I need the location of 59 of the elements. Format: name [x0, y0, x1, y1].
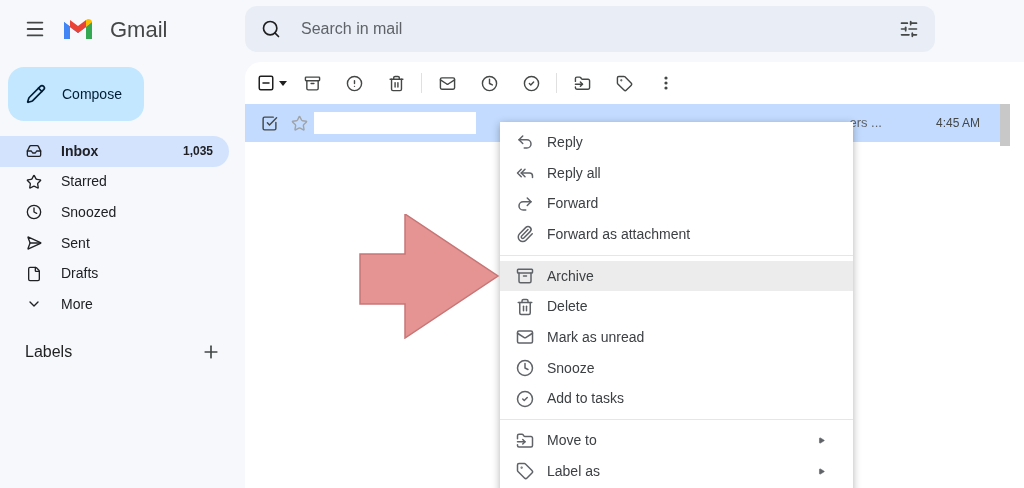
sidebar-item[interactable]: Inbox 1,035 [0, 136, 229, 167]
compose-button[interactable]: Compose [8, 67, 144, 121]
menu-item[interactable]: Reply all [500, 157, 853, 189]
menu-item[interactable]: Forward [500, 188, 853, 220]
logo-icon [62, 17, 94, 41]
menu-item[interactable]: Label as [500, 455, 853, 487]
inbox-icon [26, 143, 42, 160]
menu-item[interactable]: Archive [500, 260, 853, 292]
row-checkbox[interactable] [261, 114, 278, 132]
archive-icon [303, 74, 321, 92]
reply-icon [516, 133, 534, 152]
menu-item[interactable]: Forward as attachment [500, 219, 853, 250]
file-icon [26, 265, 42, 282]
sidebar-item[interactable]: Snoozed [0, 197, 229, 228]
labels-heading: Labels [25, 341, 73, 362]
send-icon [26, 235, 42, 252]
trash-icon [516, 297, 534, 316]
star-icon [26, 173, 42, 190]
submenu-arrow-icon [818, 437, 825, 445]
trash-icon [387, 74, 405, 92]
unread-count: 1,035 [182, 143, 213, 161]
search-input[interactable]: Search in mail [301, 17, 879, 41]
check-circle-icon [522, 74, 540, 92]
clock-icon [480, 74, 498, 92]
paperclip-icon [516, 225, 534, 244]
message-time: 4:45 AM [935, 115, 980, 132]
sidebar-item[interactable]: Sent [0, 227, 229, 259]
search-field[interactable]: Search in mail [245, 6, 935, 52]
archive-icon [516, 267, 534, 286]
submenu-arrow-icon [818, 467, 825, 475]
menu-item[interactable]: Add to tasks [500, 383, 853, 415]
menu-item[interactable]: Mark as unread [500, 322, 853, 353]
tag-icon [516, 462, 534, 481]
menu-item[interactable]: Snooze [500, 352, 853, 384]
menu-item[interactable]: Delete [500, 291, 853, 323]
app-name: Gmail [110, 15, 168, 44]
more-vertical-icon [664, 76, 668, 90]
folder-icon [516, 431, 534, 450]
tag-icon [615, 74, 633, 92]
filter-icon [899, 19, 919, 39]
clock-icon [516, 359, 534, 378]
menu-item[interactable]: Move to [500, 425, 853, 456]
envelope-icon [516, 328, 534, 347]
menu-item[interactable]: Reply [500, 127, 853, 158]
checked-box-icon [261, 114, 278, 132]
alert-icon [345, 74, 363, 92]
search-icon [261, 19, 281, 39]
forward-icon [516, 194, 534, 213]
scrollbar-thumb [1000, 104, 1010, 146]
pencil-icon [26, 84, 46, 104]
star-icon[interactable] [291, 114, 308, 132]
caret-icon [279, 80, 287, 86]
sidebar-item[interactable]: Drafts [0, 258, 229, 289]
check-circle-icon [516, 389, 534, 408]
envelope-icon [438, 74, 456, 92]
sidebar-item[interactable]: Starred [0, 166, 229, 198]
sidebar-item[interactable]: More [0, 288, 229, 320]
clock-icon [26, 204, 42, 221]
folder-icon [573, 74, 591, 92]
